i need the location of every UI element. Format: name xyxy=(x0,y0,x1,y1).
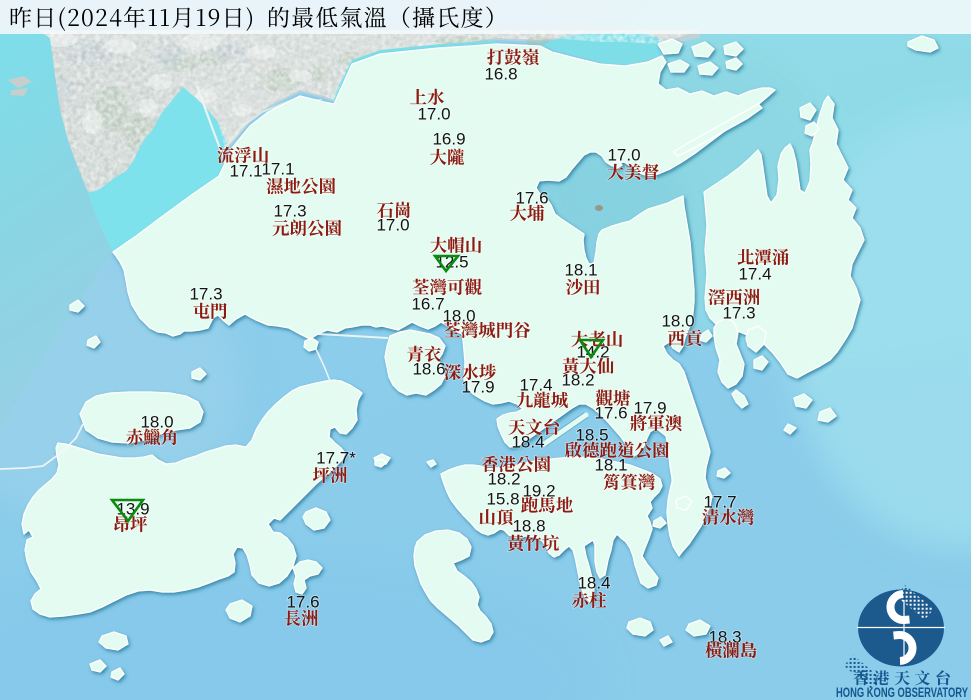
svg-text:18.4: 18.4 xyxy=(577,573,610,592)
svg-text:18.8: 18.8 xyxy=(512,516,545,535)
svg-text:17.7*: 17.7* xyxy=(316,448,356,467)
svg-text:17.3: 17.3 xyxy=(189,284,222,303)
svg-text:16.8: 16.8 xyxy=(484,64,517,83)
svg-text:17.0: 17.0 xyxy=(417,104,450,123)
svg-text:17.7: 17.7 xyxy=(703,492,736,511)
svg-text:17.9: 17.9 xyxy=(461,377,494,396)
svg-text:16.9: 16.9 xyxy=(432,129,465,148)
svg-text:15.8: 15.8 xyxy=(486,489,519,508)
svg-text:17.1: 17.1 xyxy=(229,161,262,180)
svg-text:16.7: 16.7 xyxy=(411,294,444,313)
svg-text:17.3: 17.3 xyxy=(722,303,755,322)
svg-text:17.6: 17.6 xyxy=(286,592,319,611)
svg-text:18.1: 18.1 xyxy=(564,260,597,279)
svg-text:17.3: 17.3 xyxy=(273,201,306,220)
svg-text:17.0: 17.0 xyxy=(607,145,640,164)
svg-text:17.4: 17.4 xyxy=(738,264,771,283)
svg-text:18.0: 18.0 xyxy=(661,311,694,330)
svg-text:HONG KONG OBSERVATORY: HONG KONG OBSERVATORY xyxy=(836,685,968,700)
